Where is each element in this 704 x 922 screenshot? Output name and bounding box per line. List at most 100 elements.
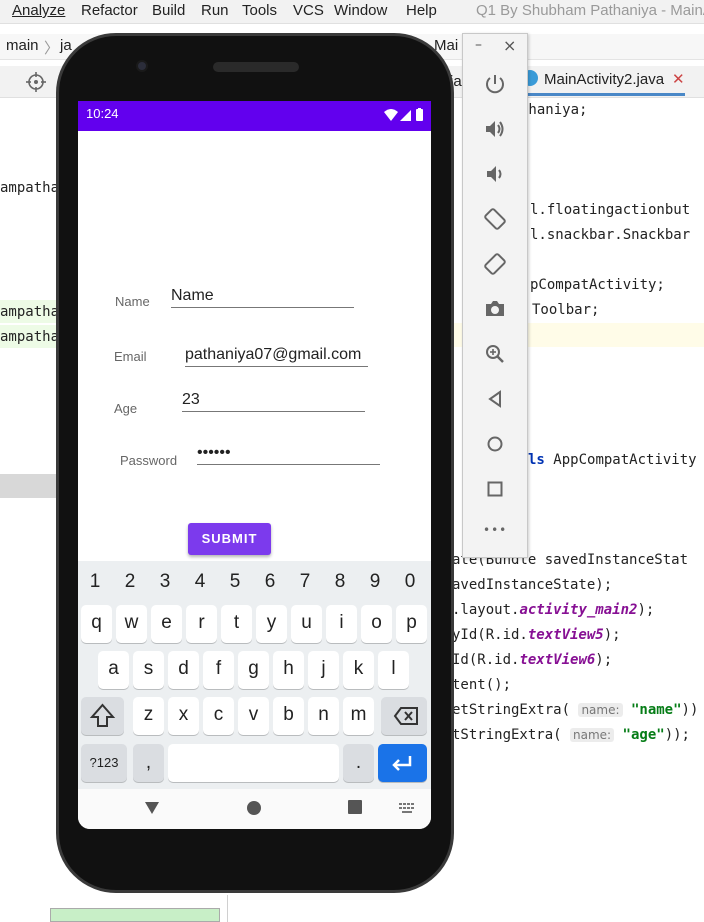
rotate-left-icon[interactable] [483,207,507,231]
letter-key[interactable]: l [378,651,409,689]
minimize-button[interactable]: – [475,37,482,53]
letter-key[interactable]: h [273,651,304,689]
home-icon[interactable] [246,800,262,816]
backspace-key[interactable] [381,697,427,735]
tab-mainactivity2[interactable]: MainActivity2.java ✕ [522,70,685,96]
number-key[interactable]: 2 [118,571,142,593]
name-field[interactable]: Name [171,287,354,308]
scroll-region [0,474,58,498]
phone-screen: 10:24 Name Name Email pathaniya07@gmail.… [78,101,431,829]
number-key[interactable]: 8 [328,571,352,593]
camera-icon[interactable] [483,297,507,321]
email-label: Email [114,349,147,364]
back-icon[interactable] [483,387,507,411]
letter-key[interactable]: z [133,697,164,735]
letter-key[interactable]: y [256,605,287,643]
menu-refactor[interactable]: Refactor [81,2,138,19]
menu-vcs[interactable]: VCS [293,2,324,19]
comma-key[interactable]: , [133,744,164,782]
number-key[interactable]: 0 [398,571,422,593]
number-key[interactable]: 4 [188,571,212,593]
status-icons [383,107,425,126]
window-title: Q1 By Shubham Pathaniya - MainA [476,2,704,19]
code-line: Toolbar; [532,302,600,318]
speaker-grille [213,62,299,72]
left-code-fragment: ampatha [0,329,60,345]
enter-icon [392,756,412,771]
letter-key[interactable]: d [168,651,199,689]
letter-key[interactable]: s [133,651,164,689]
number-key[interactable]: 3 [153,571,177,593]
letter-key[interactable]: a [98,651,129,689]
letter-key[interactable]: i [326,605,357,643]
letter-key[interactable]: f [203,651,234,689]
letter-key[interactable]: g [238,651,269,689]
code-line: tStringExtra( name: "age")); [452,727,690,743]
code-line: tent(); [452,677,512,693]
power-icon[interactable] [483,72,507,96]
nav-bar [78,789,431,829]
number-key[interactable]: 1 [83,571,107,593]
number-key[interactable]: 6 [258,571,282,593]
rotate-right-icon[interactable] [483,252,507,276]
letter-key[interactable]: k [343,651,374,689]
period-key[interactable]: . [343,744,374,782]
code-line: l.snackbar.Snackbar [530,227,691,243]
target-icon[interactable] [26,72,46,92]
letter-key[interactable]: q [81,605,112,643]
letter-key[interactable]: n [308,697,339,735]
volume-down-icon[interactable] [483,162,507,186]
letter-key[interactable]: b [273,697,304,735]
letter-key[interactable]: u [291,605,322,643]
submit-button[interactable]: SUBMIT [188,523,271,555]
volume-up-icon[interactable] [483,117,507,141]
wifi-icon [384,109,398,121]
letter-key[interactable]: t [221,605,252,643]
code-line: avedInstanceState); [452,577,613,593]
home-icon[interactable] [483,432,507,456]
breadcrumb-java[interactable]: ja [60,37,72,54]
age-label: Age [114,401,138,416]
password-field[interactable]: •••••• [197,444,380,465]
letter-key[interactable]: p [396,605,427,643]
symbols-key[interactable]: ?123 [81,744,127,782]
keyboard-switch-icon[interactable] [399,803,415,813]
email-field[interactable]: pathaniya07@gmail.com [185,346,368,367]
recents-icon[interactable] [348,800,362,814]
close-button[interactable]: × [503,36,516,55]
letter-key[interactable]: x [168,697,199,735]
letter-key[interactable]: o [361,605,392,643]
back-icon[interactable] [144,801,160,815]
letter-key[interactable]: w [116,605,147,643]
number-key[interactable]: 5 [223,571,247,593]
emulator-window-controls: – × [463,34,527,60]
zoom-icon[interactable] [483,342,507,366]
menu-analyze[interactable]: Analyze [12,2,65,19]
menu-tools[interactable]: Tools [242,2,277,19]
letter-key[interactable]: r [186,605,217,643]
letter-key[interactable]: v [238,697,269,735]
letter-key[interactable]: c [203,697,234,735]
code-line: ls AppCompatActivity [528,452,697,468]
code-line: .layout.activity_main2); [452,602,655,618]
enter-key[interactable] [378,744,427,782]
space-key[interactable] [168,744,339,782]
menu-build[interactable]: Build [152,2,185,19]
menu-run[interactable]: Run [201,2,229,19]
letter-key[interactable]: j [308,651,339,689]
more-icon[interactable]: ••• [483,523,507,537]
letter-key[interactable]: m [343,697,374,735]
bottom-panel-tab[interactable] [50,908,220,922]
age-field[interactable]: 23 [182,391,365,412]
overview-icon[interactable] [483,477,507,501]
letter-key[interactable]: e [151,605,182,643]
menu-help[interactable]: Help [406,2,437,19]
close-tab-icon[interactable]: ✕ [672,71,685,88]
shift-key[interactable] [81,697,124,735]
number-key[interactable]: 9 [363,571,387,593]
menu-window[interactable]: Window [334,2,387,19]
password-label: Password [120,453,178,468]
breadcrumb-main[interactable]: main [6,37,39,54]
emulator-toolbar: – × ••• [462,33,528,558]
number-key[interactable]: 7 [293,571,317,593]
